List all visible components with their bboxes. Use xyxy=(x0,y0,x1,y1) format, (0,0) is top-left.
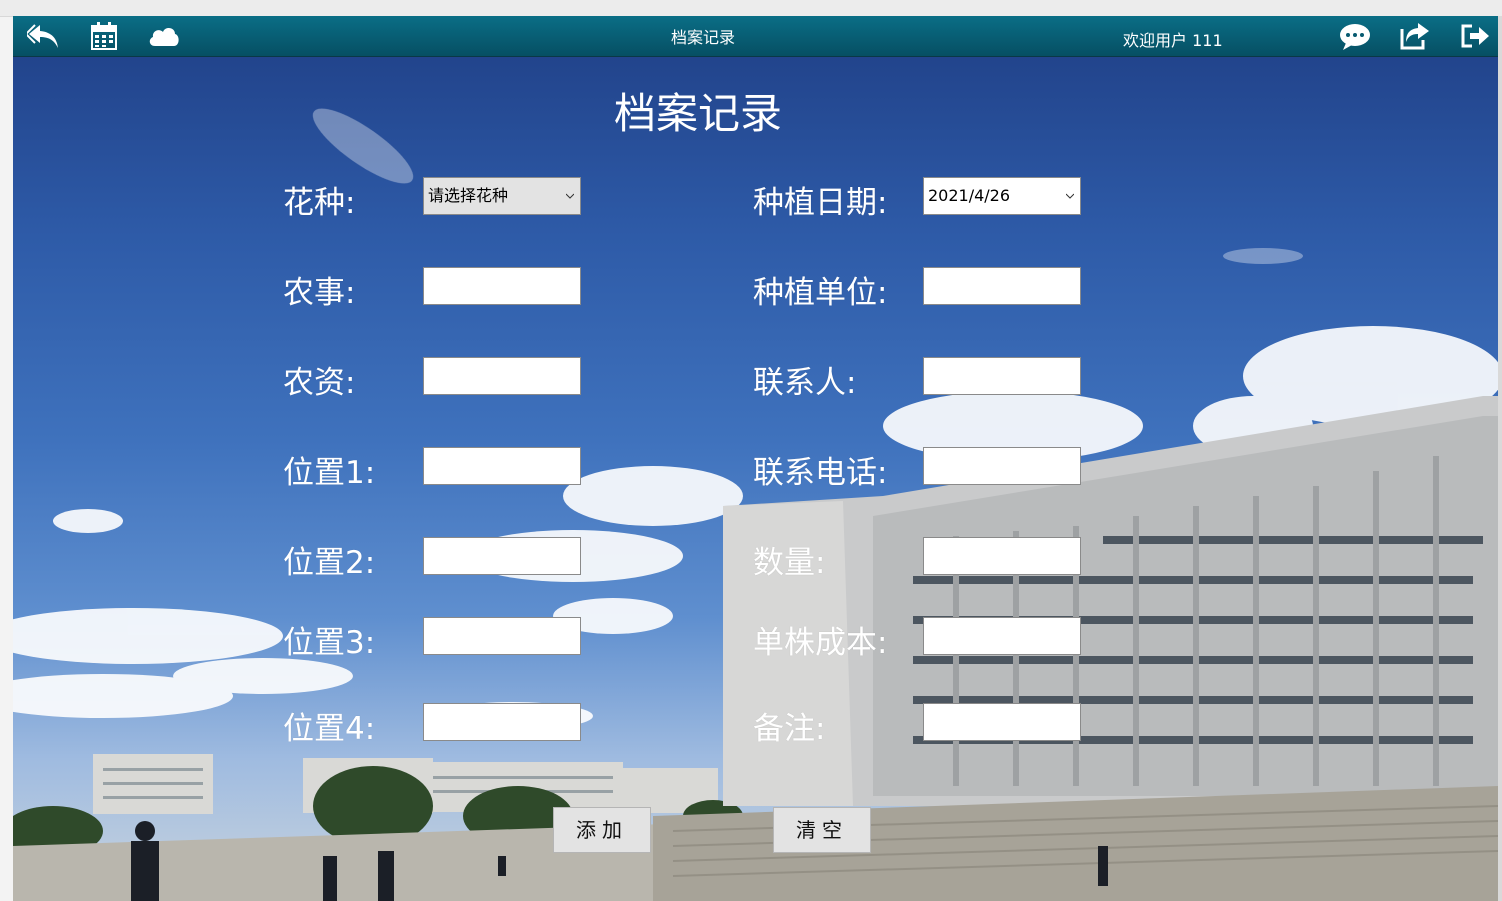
calendar-icon[interactable] xyxy=(87,21,121,51)
logout-icon[interactable] xyxy=(1458,21,1492,51)
chevron-down-icon xyxy=(1066,193,1074,199)
position4-label: 位置4: xyxy=(283,711,376,747)
position1-input[interactable] xyxy=(423,447,581,485)
app-window: 档案记录 欢迎用户 111 档案记录 花种: 请选择花种 农事: 农资: 位置1… xyxy=(13,16,1498,901)
contact-input[interactable] xyxy=(923,357,1081,395)
position4-input[interactable] xyxy=(423,703,581,741)
chevron-down-icon xyxy=(566,193,574,199)
unit-cost-input[interactable] xyxy=(923,617,1081,655)
note-input[interactable] xyxy=(923,703,1081,741)
unit-cost-label: 单株成本: xyxy=(753,625,888,661)
flower-label: 花种: xyxy=(283,185,356,221)
position2-input[interactable] xyxy=(423,537,581,575)
window-top-strip xyxy=(0,0,1502,17)
farming-input[interactable] xyxy=(423,267,581,305)
position1-label: 位置1: xyxy=(283,455,376,491)
flower-select-value: 请选择花种 xyxy=(428,186,509,205)
planting-date-value: 2021/4/26 xyxy=(928,186,1011,205)
window-edge xyxy=(1498,16,1502,901)
top-toolbar: 档案记录 欢迎用户 111 xyxy=(13,16,1498,57)
add-button[interactable]: 添加 xyxy=(553,807,651,853)
contact-label: 联系人: xyxy=(753,365,857,401)
quantity-input[interactable] xyxy=(923,537,1081,575)
toolbar-title: 档案记录 xyxy=(670,28,735,47)
phone-input[interactable] xyxy=(923,447,1081,485)
reply-icon[interactable] xyxy=(24,21,61,51)
welcome-user-text: 欢迎用户 111 xyxy=(1123,31,1223,50)
position3-input[interactable] xyxy=(423,617,581,655)
quantity-label: 数量: xyxy=(753,545,826,581)
planting-unit-input[interactable] xyxy=(923,267,1081,305)
position2-label: 位置2: xyxy=(283,545,376,581)
clear-button[interactable]: 清空 xyxy=(773,807,871,853)
note-label: 备注: xyxy=(753,711,826,747)
supplies-input[interactable] xyxy=(423,357,581,395)
position3-label: 位置3: xyxy=(283,625,376,661)
cloud-icon[interactable] xyxy=(147,21,181,51)
page-title: 档案记录 xyxy=(613,89,782,138)
planting-date-picker[interactable]: 2021/4/26 xyxy=(923,177,1081,215)
comment-icon[interactable] xyxy=(1338,21,1372,51)
farming-label: 农事: xyxy=(283,275,356,311)
planting-unit-label: 种植单位: xyxy=(753,275,888,311)
share-icon[interactable] xyxy=(1398,21,1432,51)
phone-label: 联系电话: xyxy=(753,455,888,491)
flower-select[interactable]: 请选择花种 xyxy=(423,177,581,215)
planting-date-label: 种植日期: xyxy=(753,185,888,221)
supplies-label: 农资: xyxy=(283,365,356,401)
